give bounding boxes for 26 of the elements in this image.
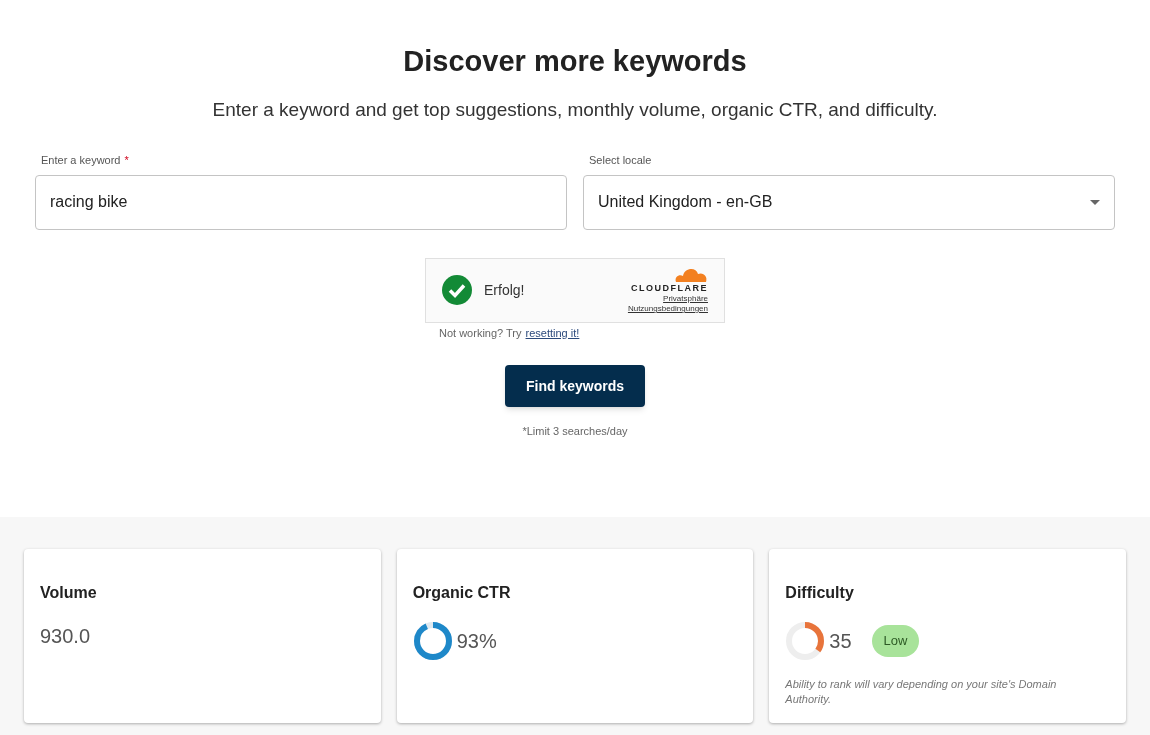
- limit-note: *Limit 3 searches/day: [522, 424, 628, 439]
- donut-gauge: [412, 621, 453, 661]
- card-title: Volume: [40, 583, 98, 603]
- dropdown-arrow-icon: [1090, 199, 1100, 205]
- reset-link[interactable]: resetting it!: [525, 324, 580, 341]
- donut-gauge: [785, 621, 826, 661]
- card-title: Difficulty: [785, 583, 855, 603]
- page-subheading: Enter a keyword and get top suggestions, monthly volume, organic CTR, and difficulty.: [212, 97, 938, 122]
- reset-hint: Not working? Try: [439, 325, 522, 341]
- page-heading: Discover more keywords: [403, 44, 747, 79]
- metric-value: 35: [829, 629, 852, 654]
- legal-link[interactable]: Nutzungsbedingungen: [627, 304, 708, 314]
- difficulty-badge: Low: [871, 625, 920, 657]
- metric-value: 93%: [456, 629, 497, 654]
- required-mark: *: [124, 153, 129, 168]
- field-label: Enter a keyword: [41, 153, 121, 168]
- legal-link[interactable]: Privatsphäre: [663, 294, 708, 304]
- difficulty-note: Ability to rank will vary depending on your site's Domain Authority.: [785, 677, 1058, 707]
- keyword-input[interactable]: racing bike: [35, 174, 567, 230]
- card-title: Organic CTR: [412, 583, 512, 603]
- brand-logo: CLOUDFLARE: [631, 282, 708, 294]
- captcha-status: Erfolg!: [484, 280, 525, 300]
- find-keywords-button[interactable]: Find keywords: [505, 365, 645, 407]
- field-label: Select locale: [589, 153, 653, 168]
- metric-value: 930.0: [40, 624, 92, 649]
- locale-select[interactable]: United Kingdom - en-GB: [583, 174, 1115, 230]
